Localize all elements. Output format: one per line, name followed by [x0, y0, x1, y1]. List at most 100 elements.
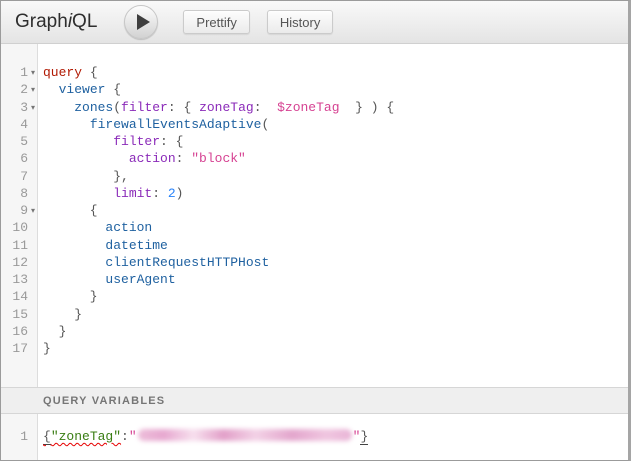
line-number: 4 — [1, 116, 28, 133]
token-fld: clientRequestHTTPHost — [105, 255, 269, 270]
token-pun: : — [152, 186, 168, 201]
code-text: datetime — [38, 237, 168, 254]
token-pun — [43, 272, 105, 287]
line-number: 10 — [1, 219, 28, 236]
line-number: 15 — [1, 306, 28, 323]
token-pun — [43, 100, 74, 115]
code-text: { — [38, 202, 98, 219]
code-line[interactable]: 13 userAgent — [1, 271, 628, 288]
code-line[interactable]: 4 firewallEventsAdaptive( — [1, 116, 628, 133]
token-pun: ( — [261, 117, 269, 132]
token-attr: filter — [113, 134, 160, 149]
code-line[interactable]: 3▾ zones(filter: { zoneTag: $zoneTag } )… — [1, 99, 628, 116]
code-line[interactable]: 1▾query { — [1, 64, 628, 81]
token-fld: action — [105, 220, 152, 235]
code-line[interactable]: 10 action — [1, 219, 628, 236]
variables-code[interactable]: 1{"zoneTag":""} — [1, 414, 628, 445]
token-pun: ) — [176, 186, 184, 201]
token-pun: { — [43, 203, 98, 218]
fold-spacer — [28, 185, 38, 202]
token-pun: : { — [168, 100, 199, 115]
history-button[interactable]: History — [267, 10, 333, 34]
prettify-button[interactable]: Prettify — [183, 10, 249, 34]
toolbar: GraphiQL Prettify History — [1, 1, 628, 44]
code-line[interactable]: 8 limit: 2) — [1, 185, 628, 202]
line-number: 11 — [1, 237, 28, 254]
token-pun: } — [43, 289, 98, 304]
code-line[interactable]: 6 action: "block" — [1, 150, 628, 167]
code-text: query { — [38, 64, 98, 81]
line-number: 2 — [1, 81, 28, 98]
token-pun: : { — [160, 134, 183, 149]
code-line[interactable]: 16 } — [1, 323, 628, 340]
fold-arrow-icon[interactable]: ▾ — [28, 81, 38, 98]
line-number: 13 — [1, 271, 28, 288]
line-number: 17 — [1, 340, 28, 357]
token-attr: limit — [113, 186, 152, 201]
token-pun: } — [360, 429, 368, 445]
fold-spacer — [28, 340, 38, 357]
query-code[interactable]: 1▾query {2▾ viewer {3▾ zones(filter: { z… — [1, 44, 628, 357]
code-text: } — [38, 306, 82, 323]
fold-spacer — [28, 168, 38, 185]
logo-text: QL — [72, 11, 97, 32]
code-line[interactable]: 5 filter: { — [1, 133, 628, 150]
code-line[interactable]: 12 clientRequestHTTPHost — [1, 254, 628, 271]
code-line[interactable]: 11 datetime — [1, 237, 628, 254]
token-fld: zones — [74, 100, 113, 115]
token-pun: } — [43, 307, 82, 322]
token-pun: ( — [113, 100, 121, 115]
token-pun: { — [82, 65, 98, 80]
token-pun: { — [43, 429, 51, 445]
token-prop: "zoneTag" — [51, 429, 121, 444]
token-attr: zoneTag — [199, 100, 254, 115]
fold-arrow-icon[interactable]: ▾ — [28, 64, 38, 81]
fold-spacer — [28, 237, 38, 254]
fold-spacer — [28, 428, 38, 445]
code-text: firewallEventsAdaptive( — [38, 116, 269, 133]
query-editor[interactable]: 1▾query {2▾ viewer {3▾ zones(filter: { z… — [1, 44, 628, 387]
token-str: "block" — [191, 151, 246, 166]
code-line[interactable]: 15 } — [1, 306, 628, 323]
code-text: viewer { — [38, 81, 121, 98]
query-variables-header[interactable]: QUERY VARIABLES — [1, 387, 628, 414]
code-text: filter: { — [38, 133, 183, 150]
fold-spacer — [28, 116, 38, 133]
fold-spacer — [28, 323, 38, 340]
fold-arrow-icon[interactable]: ▾ — [28, 202, 38, 219]
token-pun: } — [43, 324, 66, 339]
token-pun: } — [43, 341, 51, 356]
line-number: 5 — [1, 133, 28, 150]
token-fld: userAgent — [105, 272, 175, 287]
code-text: }, — [38, 168, 129, 185]
code-text: userAgent — [38, 271, 176, 288]
variables-editor[interactable]: 1{"zoneTag":""} — [1, 414, 628, 460]
token-pun: : — [176, 151, 192, 166]
token-attr: filter — [121, 100, 168, 115]
line-number: 12 — [1, 254, 28, 271]
token-pun — [43, 117, 90, 132]
token-pun — [43, 220, 105, 235]
code-text: zones(filter: { zoneTag: $zoneTag } ) { — [38, 99, 394, 116]
token-kw: query — [43, 65, 82, 80]
code-line[interactable]: 2▾ viewer { — [1, 81, 628, 98]
token-pun — [43, 134, 113, 149]
code-line[interactable]: 7 }, — [1, 168, 628, 185]
code-line[interactable]: 14 } — [1, 288, 628, 305]
fold-arrow-icon[interactable]: ▾ — [28, 99, 38, 116]
execute-button[interactable] — [124, 5, 158, 39]
code-line[interactable]: 9▾ { — [1, 202, 628, 219]
code-text: limit: 2) — [38, 185, 183, 202]
token-num: 2 — [168, 186, 176, 201]
code-line[interactable]: 1{"zoneTag":""} — [1, 428, 628, 445]
fold-spacer — [28, 271, 38, 288]
fold-spacer — [28, 288, 38, 305]
token-pun: : — [121, 429, 129, 444]
line-number: 9 — [1, 202, 28, 219]
code-text: clientRequestHTTPHost — [38, 254, 269, 271]
token-pun — [43, 238, 105, 253]
fold-spacer — [28, 254, 38, 271]
code-line[interactable]: 17} — [1, 340, 628, 357]
token-attr: action — [129, 151, 176, 166]
token-pun: { — [105, 82, 121, 97]
